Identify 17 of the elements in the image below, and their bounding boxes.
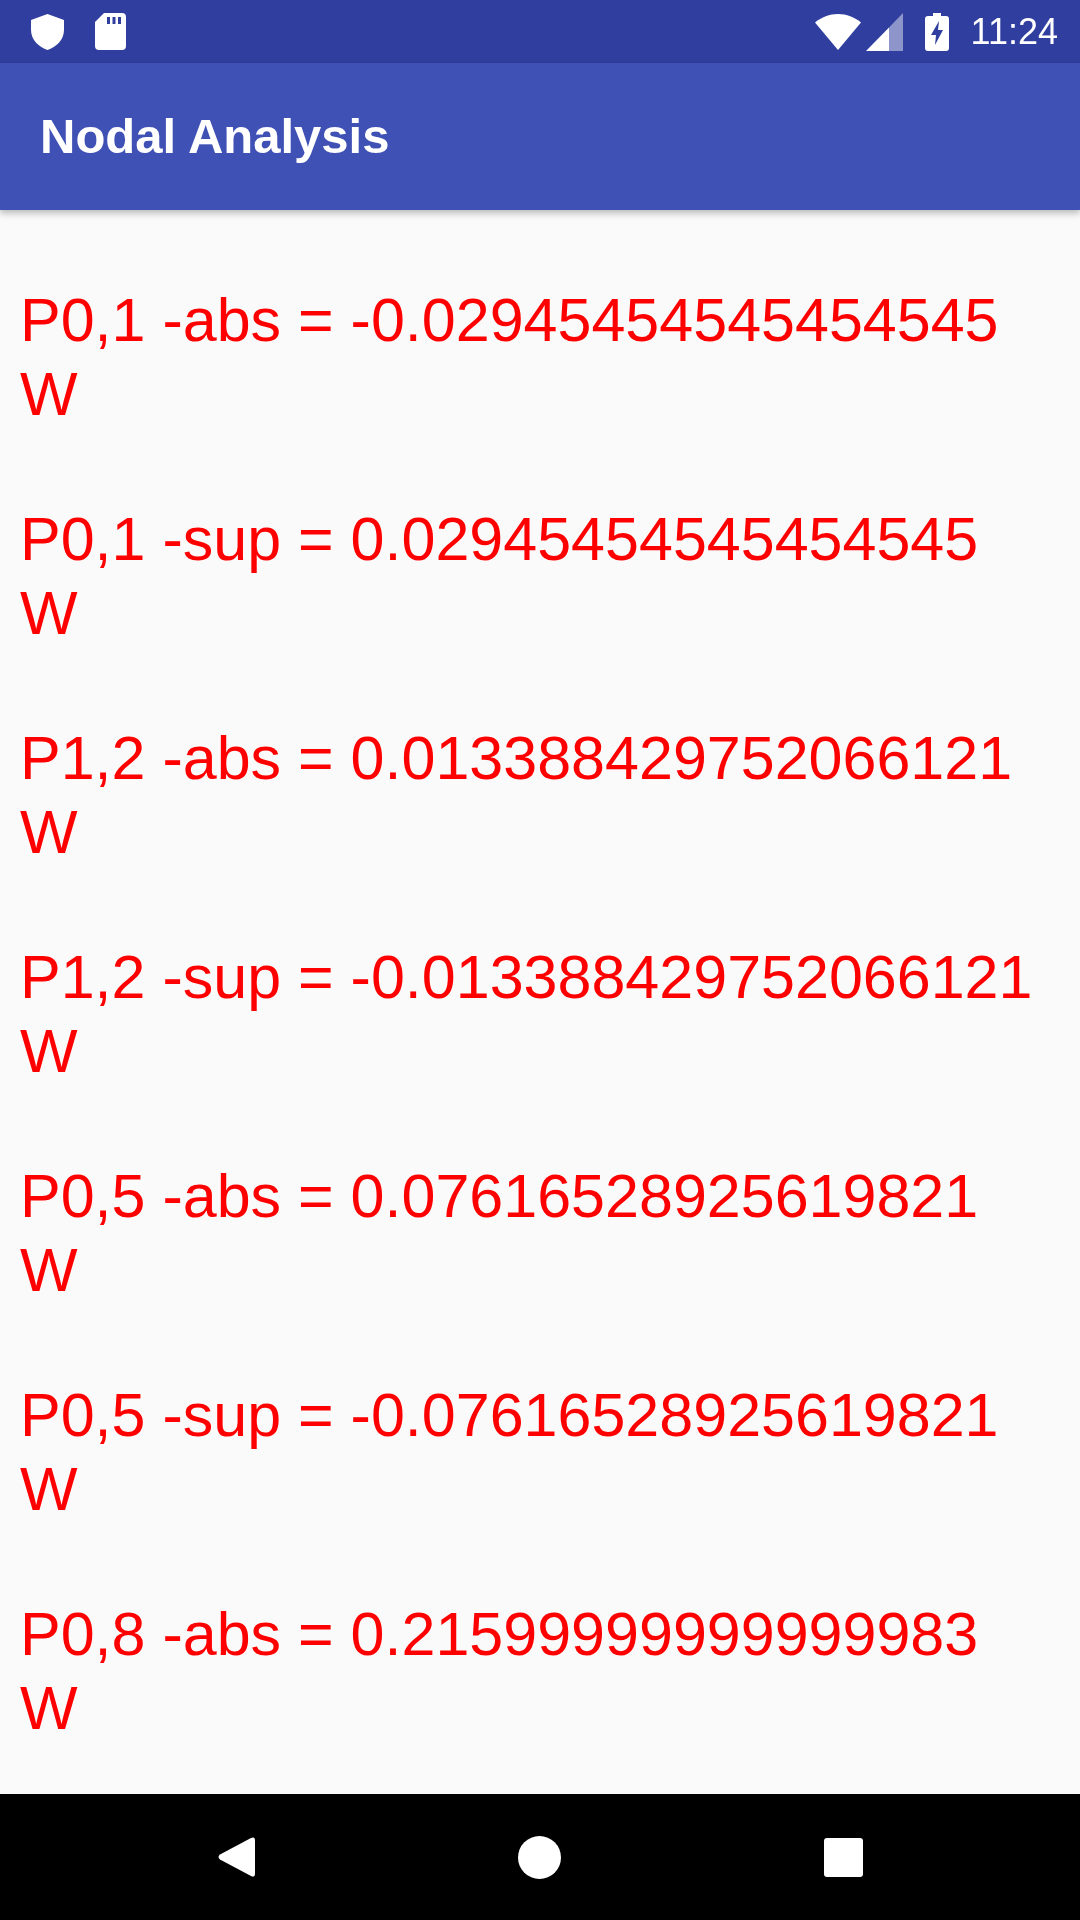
power-reading: P0,1 -sup = 0.02945454545454545 W (20, 504, 979, 649)
status-time: 11:24 (970, 13, 1058, 50)
power-reading: P0,5 -abs = 0.07616528925619821 W (20, 1161, 979, 1306)
signal-icon (865, 12, 903, 51)
power-reading: P0,1 -abs = -0.02945454545454545 W (20, 285, 999, 430)
power-reading: P1,2 -abs = 0.013388429752066121 W (20, 723, 1013, 868)
battery-charging-icon (924, 12, 949, 51)
recent-apps-icon[interactable] (824, 1837, 863, 1877)
app-title: Nodal Analysis (40, 112, 390, 161)
power-reading: P0,5 -sup = -0.07616528925619821 W (20, 1380, 999, 1525)
memory-card-icon (95, 13, 126, 50)
power-reading: P0,8 -abs = 0.21599999999999983 W (20, 1599, 979, 1744)
back-icon[interactable] (217, 1836, 255, 1878)
wifi-icon (814, 13, 861, 50)
home-icon[interactable] (518, 1835, 561, 1879)
power-reading: P1,2 -sup = -0.013388429752066121 W (20, 942, 1033, 1087)
shield-icon (31, 13, 64, 50)
